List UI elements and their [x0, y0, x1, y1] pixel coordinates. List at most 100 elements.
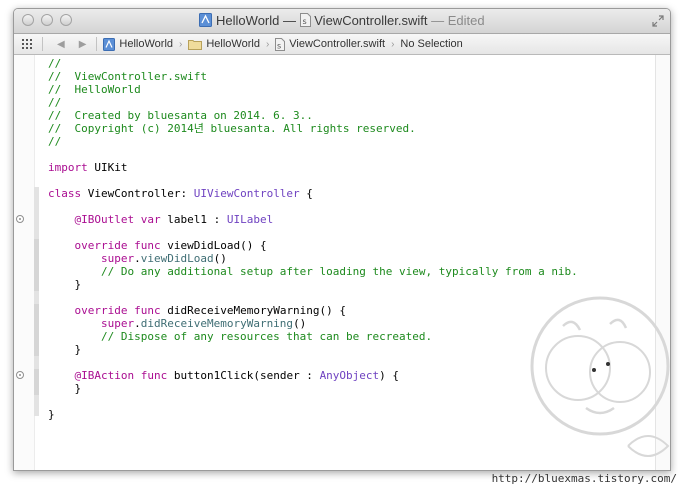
code-token: // Dispose of any resources that can be …: [48, 330, 433, 343]
window-title-status: Edited: [447, 13, 485, 28]
swift-file-icon: s: [275, 37, 286, 51]
code-line[interactable]: // HelloWorld: [48, 83, 578, 96]
breadcrumb-group[interactable]: HelloWorld: [188, 38, 260, 50]
code-token: override: [74, 304, 128, 317]
code-line[interactable]: [48, 356, 578, 369]
code-line[interactable]: // Do any additional setup after loading…: [48, 265, 578, 278]
code-token: func: [134, 239, 161, 252]
code-token: override: [74, 239, 128, 252]
code-line[interactable]: [48, 174, 578, 187]
code-token: // Do any additional setup after loading…: [48, 265, 578, 278]
editor-gutter[interactable]: [14, 55, 35, 470]
code-token: (): [293, 317, 307, 330]
code-token: // Created by bluesanta on 2014. 6. 3..: [48, 109, 313, 122]
code-line[interactable]: //: [48, 57, 578, 70]
back-arrow-icon[interactable]: ◀: [57, 39, 65, 50]
code-token: @IBAction: [74, 369, 135, 382]
code-line[interactable]: //: [48, 96, 578, 109]
code-line[interactable]: // Copyright (c) 2014년 bluesanta. All ri…: [48, 122, 578, 135]
code-text[interactable]: //// ViewController.swift// HelloWorld//…: [48, 57, 578, 421]
breadcrumb-label: No Selection: [400, 38, 463, 50]
code-line[interactable]: }: [48, 343, 578, 356]
code-token: super: [100, 317, 135, 330]
code-line[interactable]: [48, 148, 578, 161]
breadcrumb-label: HelloWorld: [119, 38, 173, 50]
code-line[interactable]: [48, 226, 578, 239]
code-token: (): [213, 252, 227, 265]
code-token: {: [299, 187, 313, 200]
code-folding-ribbon[interactable]: [34, 369, 39, 395]
code-folding-ribbon[interactable]: [34, 304, 39, 356]
code-token: import: [48, 161, 88, 174]
code-token: button1Click(sender :: [167, 369, 320, 382]
jump-bar-divider: [96, 37, 98, 51]
code-line[interactable]: @IBOutlet var label1 : UILabel: [48, 213, 578, 226]
code-token: //: [48, 57, 62, 70]
code-token: viewDidLoad() {: [160, 239, 267, 252]
code-line[interactable]: super.viewDidLoad(): [48, 252, 578, 265]
watermark-url: http://bluexmas.tistory.com/: [491, 472, 677, 485]
jump-bar-divider: [42, 37, 43, 51]
xcode-project-icon: [199, 13, 213, 30]
code-line[interactable]: // Created by bluesanta on 2014. 6. 3..: [48, 109, 578, 122]
code-line[interactable]: // Dispose of any resources that can be …: [48, 330, 578, 343]
breadcrumb-symbol[interactable]: No Selection: [400, 38, 462, 50]
code-token: //: [48, 135, 62, 148]
code-line[interactable]: override func didReceiveMemoryWarning() …: [48, 304, 578, 317]
action-connection-icon[interactable]: [16, 371, 24, 379]
fullscreen-icon[interactable]: [652, 14, 664, 27]
code-token: didReceiveMemoryWarning: [140, 317, 294, 330]
code-token: super: [100, 252, 135, 265]
code-token: func: [134, 304, 161, 317]
window-title-separator: —: [283, 13, 296, 28]
code-token: // HelloWorld: [48, 83, 141, 96]
code-line[interactable]: }: [48, 382, 578, 395]
code-line[interactable]: @IBAction func button1Click(sender : Any…: [48, 369, 578, 382]
code-token: func: [140, 369, 168, 382]
code-line[interactable]: [48, 395, 578, 408]
code-token: @IBOutlet: [74, 213, 135, 226]
code-line[interactable]: }: [48, 408, 578, 421]
code-line[interactable]: //: [48, 135, 578, 148]
outlet-connection-icon[interactable]: [16, 215, 24, 223]
code-line[interactable]: import UIKit: [48, 161, 578, 174]
breadcrumb-file[interactable]: s ViewController.swift: [275, 37, 385, 51]
window-title-file: ViewController.swift: [314, 13, 428, 28]
code-line[interactable]: class ViewController: UIViewController {: [48, 187, 578, 200]
breadcrumb-project[interactable]: HelloWorld: [103, 37, 173, 51]
code-line[interactable]: // ViewController.swift: [48, 70, 578, 83]
code-line[interactable]: [48, 291, 578, 304]
code-line[interactable]: }: [48, 278, 578, 291]
forward-arrow-icon[interactable]: ▶: [79, 39, 87, 50]
code-token: didReceiveMemoryWarning() {: [160, 304, 347, 317]
code-token: //: [48, 96, 62, 109]
chevron-right-icon: ›: [391, 38, 395, 50]
breadcrumb-label: HelloWorld: [206, 38, 260, 50]
code-token: viewDidLoad: [140, 252, 214, 265]
code-token: .: [134, 317, 141, 330]
chevron-right-icon: ›: [179, 38, 183, 50]
code-token: // Copyright (c) 2014년 bluesanta. All ri…: [48, 122, 416, 135]
code-token: .: [134, 252, 141, 265]
code-line[interactable]: override func viewDidLoad() {: [48, 239, 578, 252]
code-line[interactable]: super.didReceiveMemoryWarning(): [48, 317, 578, 330]
code-token: }: [48, 382, 82, 395]
code-token: class: [48, 187, 82, 200]
folder-icon: [188, 39, 203, 50]
code-line[interactable]: [48, 200, 578, 213]
code-folding-ribbon[interactable]: [34, 239, 39, 291]
title-bar: HelloWorld — s ViewController.swift — Ed…: [14, 9, 670, 34]
svg-text:s: s: [302, 17, 306, 26]
code-token: AnyObject: [319, 369, 380, 382]
related-items-grid-icon[interactable]: [22, 39, 32, 49]
code-token: UILabel: [226, 213, 274, 226]
code-token: UIViewController: [193, 187, 300, 200]
code-token: UIKit: [87, 161, 128, 174]
